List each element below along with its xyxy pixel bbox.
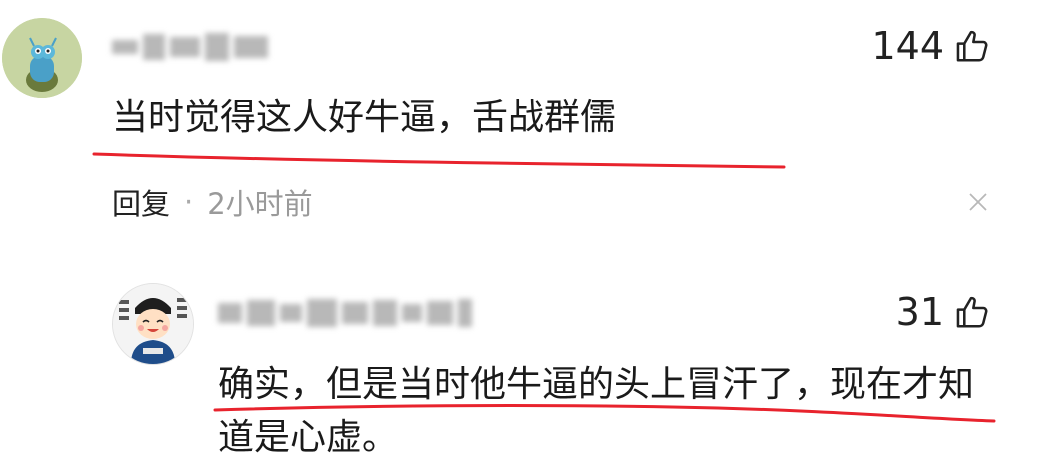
red-underline-annotation [92,152,786,169]
like-button[interactable]: 144 [871,27,992,65]
like-button[interactable]: 31 [896,293,992,331]
avatar[interactable] [112,283,194,365]
meta-separator: · [184,185,194,219]
username-blurred[interactable] [218,294,472,332]
comment-text: 当时觉得这人好牛逼，舌战群儒 [112,97,617,138]
comment-meta: 回复 · 2小时前 [112,181,313,223]
thumbs-up-icon [956,296,988,328]
username-blurred[interactable] [112,28,268,66]
red-underline-annotation [213,404,996,423]
avatar-cartoon-icon [113,284,193,364]
thumbs-up-icon [956,30,988,62]
like-count: 31 [895,290,944,334]
close-icon[interactable] [967,191,989,213]
avatar-snail-icon [2,18,82,98]
avatar[interactable] [2,18,82,98]
reply-button[interactable]: 回复 [112,181,170,223]
timestamp: 2小时前 [207,187,313,221]
like-count: 144 [871,24,944,68]
